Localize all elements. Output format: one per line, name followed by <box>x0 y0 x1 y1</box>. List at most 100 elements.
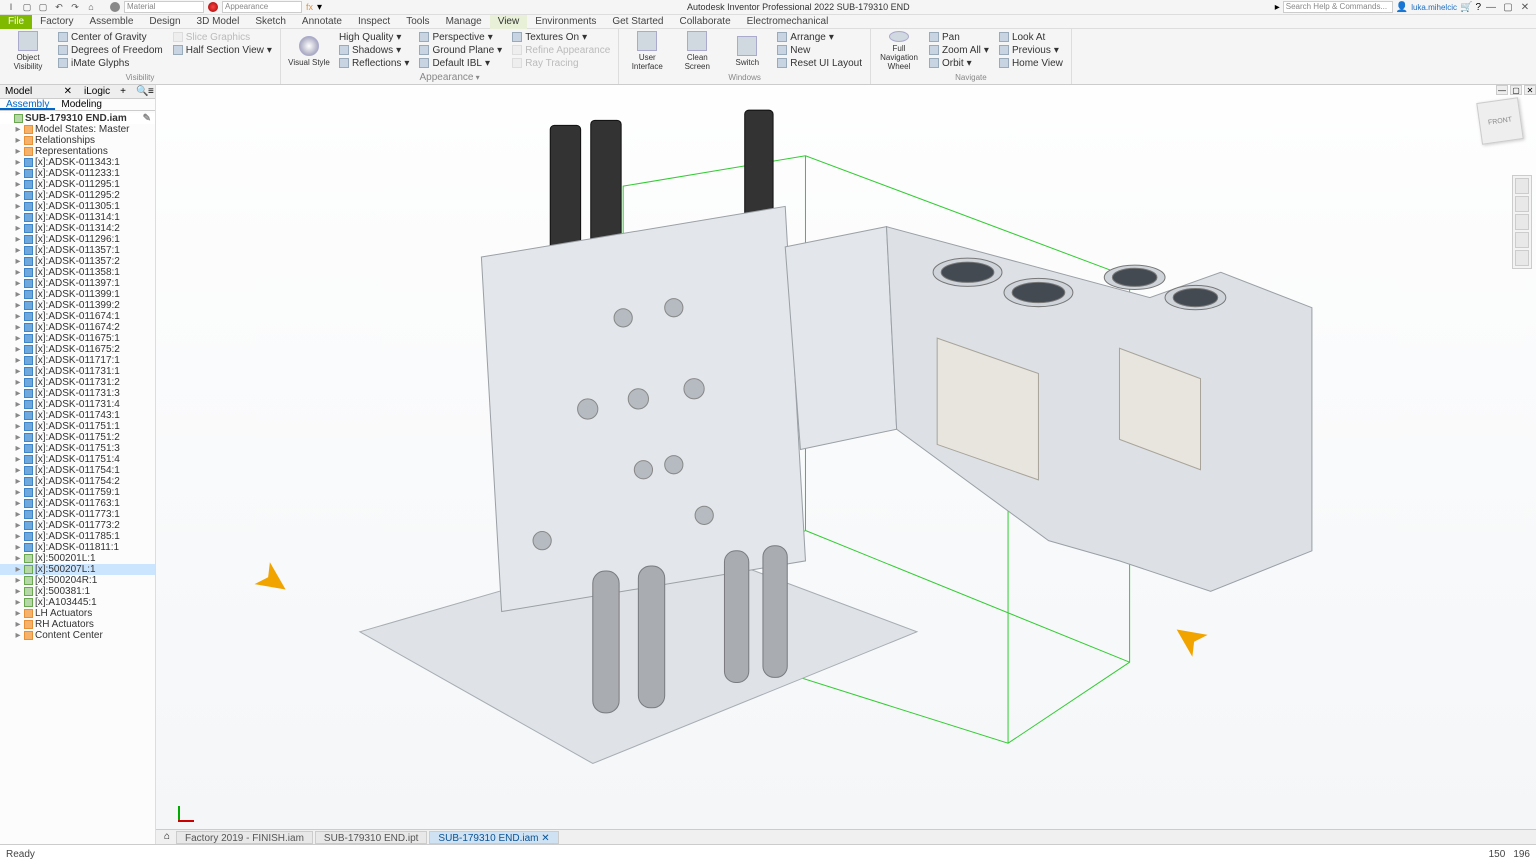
doc-home-icon[interactable]: ⌂ <box>160 831 174 843</box>
tree-node[interactable]: ▸[x]:ADSK-011295:1 <box>0 179 155 190</box>
tab-design[interactable]: Design <box>141 15 188 29</box>
tab-file[interactable]: File <box>0 15 32 29</box>
minimize-button[interactable]: — <box>1484 2 1498 13</box>
tab-manage[interactable]: Manage <box>438 15 490 29</box>
help-icon[interactable]: ? <box>1475 2 1481 13</box>
tree-node[interactable]: SUB-179310 END.iam✎ <box>0 113 155 124</box>
browser-tab-close-icon[interactable]: ✕ <box>59 86 77 97</box>
tree-node[interactable]: ▸[x]:ADSK-011751:4 <box>0 454 155 465</box>
viewcube[interactable]: FRONT <box>1476 97 1523 144</box>
tree-node[interactable]: ▸[x]:ADSK-011773:2 <box>0 520 155 531</box>
maximize-button[interactable]: ▢ <box>1501 2 1515 13</box>
textures-button[interactable]: Textures On▾ <box>510 31 612 43</box>
tree-node[interactable]: ▸[x]:ADSK-011785:1 <box>0 531 155 542</box>
viewport-close-icon[interactable]: ✕ <box>1524 85 1536 95</box>
doc-tab-2[interactable]: SUB-179310 END.iam ✕ <box>429 831 558 844</box>
tree-node[interactable]: ▸[x]:ADSK-011773:1 <box>0 509 155 520</box>
tree-node[interactable]: ▸[x]:ADSK-011675:2 <box>0 344 155 355</box>
browser-subtab-assembly[interactable]: Assembly <box>0 99 55 110</box>
tree-node[interactable]: ▸Content Center <box>0 630 155 641</box>
tree-node[interactable]: ▸[x]:ADSK-011751:2 <box>0 432 155 443</box>
material-swatch-icon[interactable] <box>110 2 120 12</box>
clean-screen-button[interactable]: Clean Screen <box>675 31 719 71</box>
tree-node[interactable]: ▸Model States: Master <box>0 124 155 135</box>
object-visibility-button[interactable]: Object Visibility <box>6 31 50 71</box>
tree-node[interactable]: ▸[x]:ADSK-011731:1 <box>0 366 155 377</box>
tab-electromechanical[interactable]: Electromechanical <box>739 15 837 29</box>
tree-node[interactable]: ▸[x]:ADSK-011296:1 <box>0 234 155 245</box>
tab-view[interactable]: View <box>490 15 528 29</box>
tab-collaborate[interactable]: Collaborate <box>671 15 738 29</box>
ground-plane-button[interactable]: Ground Plane▾ <box>417 44 504 56</box>
tab-inspect[interactable]: Inspect <box>350 15 398 29</box>
imate-glyphs-button[interactable]: iMate Glyphs <box>56 57 165 69</box>
appearance-dropdown[interactable]: Appearance <box>222 1 302 13</box>
tree-node[interactable]: ▸[x]:ADSK-011731:3 <box>0 388 155 399</box>
doc-tab-0[interactable]: Factory 2019 - FINISH.iam <box>176 831 313 844</box>
viewport-max-icon[interactable]: ▢ <box>1510 85 1522 95</box>
tree-node[interactable]: ▸[x]:ADSK-011763:1 <box>0 498 155 509</box>
tree-node[interactable]: ▸[x]:ADSK-011743:1 <box>0 410 155 421</box>
tree-node[interactable]: ▸Representations <box>0 146 155 157</box>
search-toggle-icon[interactable]: ▸ <box>1275 2 1280 13</box>
orbit-button[interactable]: Orbit▾ <box>927 57 991 69</box>
nav-pan-icon[interactable] <box>1515 196 1529 212</box>
user-interface-button[interactable]: User Interface <box>625 31 669 71</box>
tab-3dmodel[interactable]: 3D Model <box>189 15 248 29</box>
nav-bar[interactable] <box>1512 175 1532 269</box>
home-icon[interactable]: ⌂ <box>84 1 98 13</box>
browser-menu-icon[interactable]: ≡ <box>143 86 155 97</box>
visual-style-button[interactable]: Visual Style <box>287 31 331 71</box>
tree-node[interactable]: ▸[x]:ADSK-011731:2 <box>0 377 155 388</box>
new-window-button[interactable]: New <box>775 44 864 56</box>
arrange-button[interactable]: Arrange▾ <box>775 31 864 43</box>
nav-zoom-icon[interactable] <box>1515 214 1529 230</box>
tab-tools[interactable]: Tools <box>398 15 437 29</box>
high-quality-button[interactable]: High Quality▾ <box>337 31 412 43</box>
tree-node[interactable]: ▸Relationships <box>0 135 155 146</box>
tree-node[interactable]: ▸[x]:ADSK-011358:1 <box>0 267 155 278</box>
tab-factory[interactable]: Factory <box>32 15 81 29</box>
tree-node[interactable]: ▸[x]:ADSK-011357:1 <box>0 245 155 256</box>
center-of-gravity-button[interactable]: Center of Gravity <box>56 31 165 43</box>
help-search-input[interactable]: Search Help & Commands... <box>1283 1 1393 13</box>
undo-icon[interactable]: ↶ <box>52 1 66 13</box>
tree-node[interactable]: ▸[x]:ADSK-011314:1 <box>0 212 155 223</box>
open-icon[interactable]: ▢ <box>20 1 34 13</box>
tree-node[interactable]: ▸[x]:500201L:1 <box>0 553 155 564</box>
tree-node[interactable]: ▸[x]:ADSK-011751:3 <box>0 443 155 454</box>
material-dropdown[interactable]: Material <box>124 1 204 13</box>
zoom-all-button[interactable]: Zoom All▾ <box>927 44 991 56</box>
previous-view-button[interactable]: Previous▾ <box>997 44 1065 56</box>
user-name[interactable]: luka.mihelcic <box>1411 3 1457 12</box>
app-icon[interactable]: I <box>4 1 18 13</box>
tab-getstarted[interactable]: Get Started <box>604 15 671 29</box>
nav-wheel-icon[interactable] <box>1515 178 1529 194</box>
tree-node[interactable]: ▸[x]:500204R:1 <box>0 575 155 586</box>
tree-node[interactable]: ▸[x]:ADSK-011754:1 <box>0 465 155 476</box>
tab-sketch[interactable]: Sketch <box>247 15 294 29</box>
tree-node[interactable]: ▸RH Actuators <box>0 619 155 630</box>
tab-assemble[interactable]: Assemble <box>81 15 141 29</box>
tab-annotate[interactable]: Annotate <box>294 15 350 29</box>
nav-wheel-button[interactable]: Full Navigation Wheel <box>877 31 921 71</box>
browser-search-icon[interactable]: 🔍 <box>131 86 143 97</box>
tree-node[interactable]: ▸[x]:ADSK-011754:2 <box>0 476 155 487</box>
tree-node[interactable]: ▸[x]:ADSK-011233:1 <box>0 168 155 179</box>
doc-tab-1[interactable]: SUB-179310 END.ipt <box>315 831 428 844</box>
tree-node[interactable]: ▸[x]:500381:1 <box>0 586 155 597</box>
browser-tree[interactable]: SUB-179310 END.iam✎▸Model States: Master… <box>0 111 155 844</box>
tree-node[interactable]: ▸[x]:A103445:1 <box>0 597 155 608</box>
appearance-swatch-icon[interactable] <box>208 2 218 12</box>
tree-node[interactable]: ▸[x]:ADSK-011314:2 <box>0 223 155 234</box>
reflections-button[interactable]: Reflections▾ <box>337 57 412 69</box>
tree-node[interactable]: ▸[x]:ADSK-011717:1 <box>0 355 155 366</box>
home-view-button[interactable]: Home View <box>997 57 1065 69</box>
tree-node[interactable]: ▸[x]:ADSK-011751:1 <box>0 421 155 432</box>
tree-node[interactable]: ▸[x]:ADSK-011811:1 <box>0 542 155 553</box>
user-icon[interactable]: 👤 <box>1396 2 1408 13</box>
browser-tab-ilogic[interactable]: iLogic <box>79 86 115 97</box>
tree-node[interactable]: ▸[x]:ADSK-011731:4 <box>0 399 155 410</box>
tree-node[interactable]: ▸[x]:ADSK-011674:2 <box>0 322 155 333</box>
fx-icon[interactable]: fx <box>306 2 313 12</box>
